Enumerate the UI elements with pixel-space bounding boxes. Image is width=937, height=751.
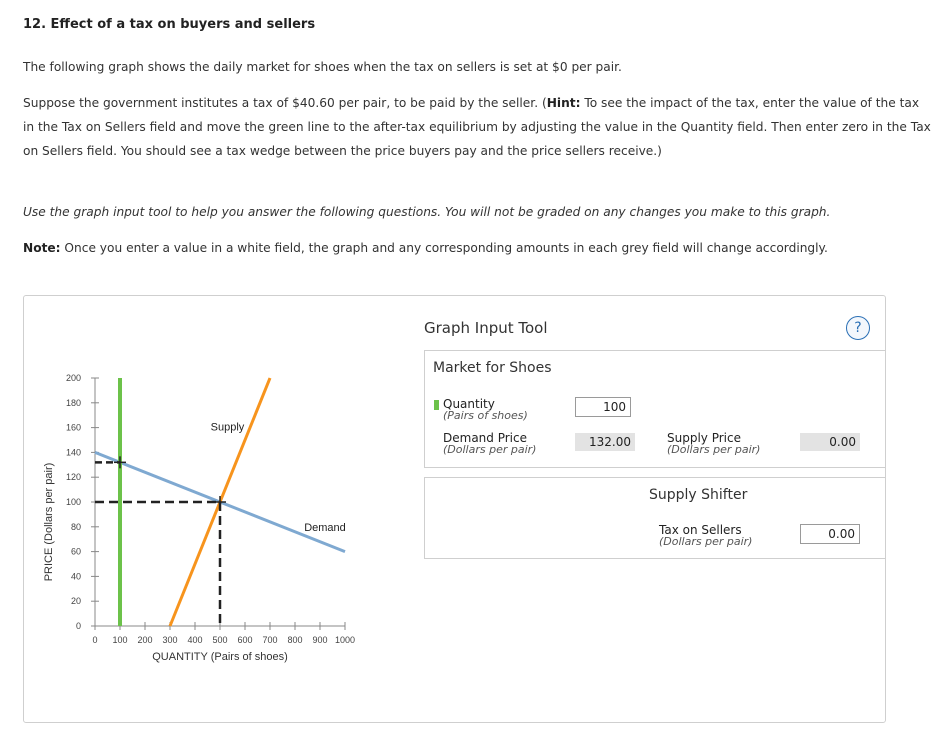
intro-paragraph: The following graph shows the daily mark…	[23, 60, 622, 74]
x-tick-label: 100	[112, 635, 127, 645]
y-tick-label: 80	[71, 522, 81, 532]
y-tick-label: 60	[71, 547, 81, 557]
x-tick-label: 600	[237, 635, 252, 645]
supply-curve-label: Supply	[211, 422, 245, 434]
tool-usage-paragraph: Use the graph input tool to help you ans…	[23, 205, 831, 219]
market-box-title: Market for Shoes	[433, 360, 552, 376]
demand-price-field: 132.00	[575, 433, 635, 451]
market-graph[interactable]: 0 100 200 300 400 500 600 700 800 900 1000 0 20 40 60 8…	[24, 296, 424, 722]
supply-shifter-box: Supply Shifter Tax on Sellers (Dollars p…	[424, 477, 886, 559]
quantity-input[interactable]: 100	[575, 397, 631, 417]
y-tick-label: 200	[66, 373, 81, 383]
question-title: 12. Effect of a tax on buyers and seller…	[23, 17, 316, 32]
supply-price-unit: (Dollars per pair)	[667, 443, 761, 456]
scenario-paragraph: Suppose the government institutes a tax …	[23, 91, 933, 163]
note-text: Once you enter a value in a white field,…	[60, 241, 828, 255]
y-tick-label: 180	[66, 398, 81, 408]
y-tick-label: 100	[66, 497, 81, 507]
hint-label: Hint:	[546, 96, 581, 110]
quantity-legend-icon	[434, 400, 439, 410]
graph-input-tool-title: Graph Input Tool	[424, 319, 548, 337]
scenario-text-a: Suppose the government institutes a tax …	[23, 96, 547, 110]
y-tick-label: 160	[66, 423, 81, 433]
y-tick-label: 120	[66, 472, 81, 482]
y-tick-label: 140	[66, 447, 81, 457]
demand-curve-label: Demand	[304, 522, 346, 534]
x-tick-label: 1000	[335, 635, 355, 645]
market-box: Market for Shoes Quantity (Pairs of shoe…	[424, 350, 886, 468]
x-tick-label: 700	[262, 635, 277, 645]
x-tick-label: 200	[137, 635, 152, 645]
graph-panel: 0 100 200 300 400 500 600 700 800 900 1000 0 20 40 60 8…	[23, 295, 886, 723]
supply-price-field: 0.00	[800, 433, 860, 451]
x-tick-label: 400	[187, 635, 202, 645]
tax-on-sellers-unit: (Dollars per pair)	[659, 535, 753, 548]
x-tick-label: 900	[312, 635, 327, 645]
tax-on-sellers-input[interactable]: 0.00	[800, 524, 860, 544]
x-axis-label: QUANTITY (Pairs of shoes)	[152, 651, 288, 663]
x-tick-label: 500	[212, 635, 227, 645]
quantity-unit: (Pairs of shoes)	[443, 409, 528, 422]
note-label: Note:	[23, 241, 61, 255]
help-icon[interactable]: ?	[846, 316, 870, 340]
x-tick-label: 800	[287, 635, 302, 645]
demand-price-unit: (Dollars per pair)	[443, 443, 537, 456]
x-tick-label: 0	[92, 635, 97, 645]
y-tick-label: 0	[76, 621, 81, 631]
supply-shifter-title: Supply Shifter	[649, 487, 748, 503]
note-paragraph: Note: Once you enter a value in a white …	[23, 236, 828, 260]
x-tick-label: 300	[162, 635, 177, 645]
y-tick-label: 40	[71, 571, 81, 581]
y-tick-label: 20	[71, 596, 81, 606]
y-axis-label: PRICE (Dollars per pair)	[43, 463, 55, 582]
